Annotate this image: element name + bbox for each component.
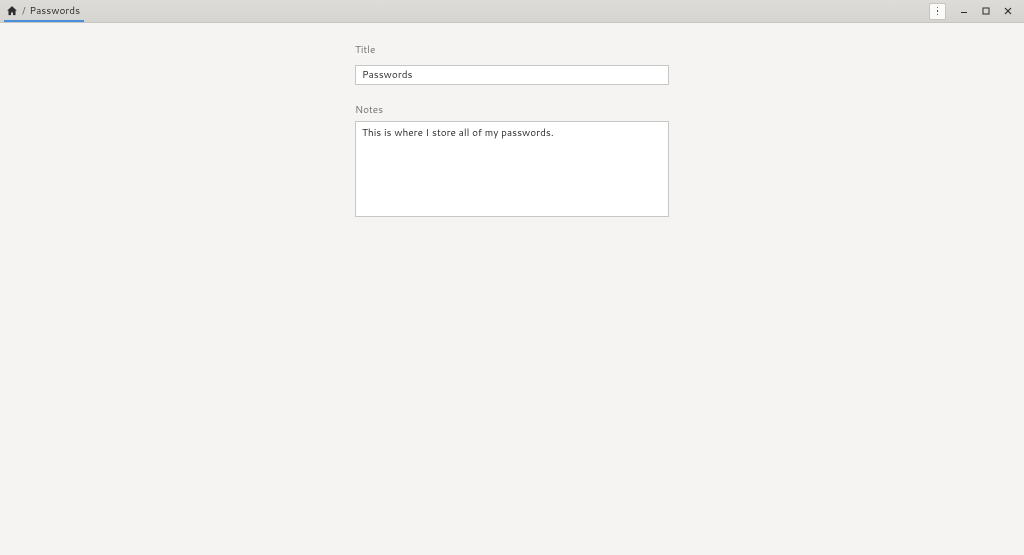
content-area: Title Notes — [0, 23, 1024, 555]
breadcrumb-separator: / — [22, 4, 26, 18]
minimize-button[interactable] — [954, 3, 974, 20]
kebab-dot — [937, 7, 939, 9]
notes-label: Notes — [355, 103, 669, 117]
home-icon[interactable] — [6, 5, 18, 17]
notes-textarea[interactable] — [355, 121, 669, 217]
form: Title Notes — [355, 43, 669, 241]
menu-button[interactable] — [929, 3, 946, 20]
breadcrumb[interactable]: / Passwords — [4, 1, 84, 22]
breadcrumb-title[interactable]: Passwords — [30, 4, 81, 18]
titlebar: / Passwords — [0, 0, 1024, 23]
title-field-group: Title — [355, 43, 669, 85]
notes-field-group: Notes — [355, 103, 669, 223]
maximize-button[interactable] — [976, 3, 996, 20]
close-button[interactable] — [998, 3, 1018, 20]
kebab-dot — [937, 14, 939, 16]
title-input[interactable] — [355, 65, 669, 85]
title-label: Title — [355, 43, 669, 57]
window-controls — [929, 3, 1020, 20]
kebab-dot — [937, 10, 939, 12]
